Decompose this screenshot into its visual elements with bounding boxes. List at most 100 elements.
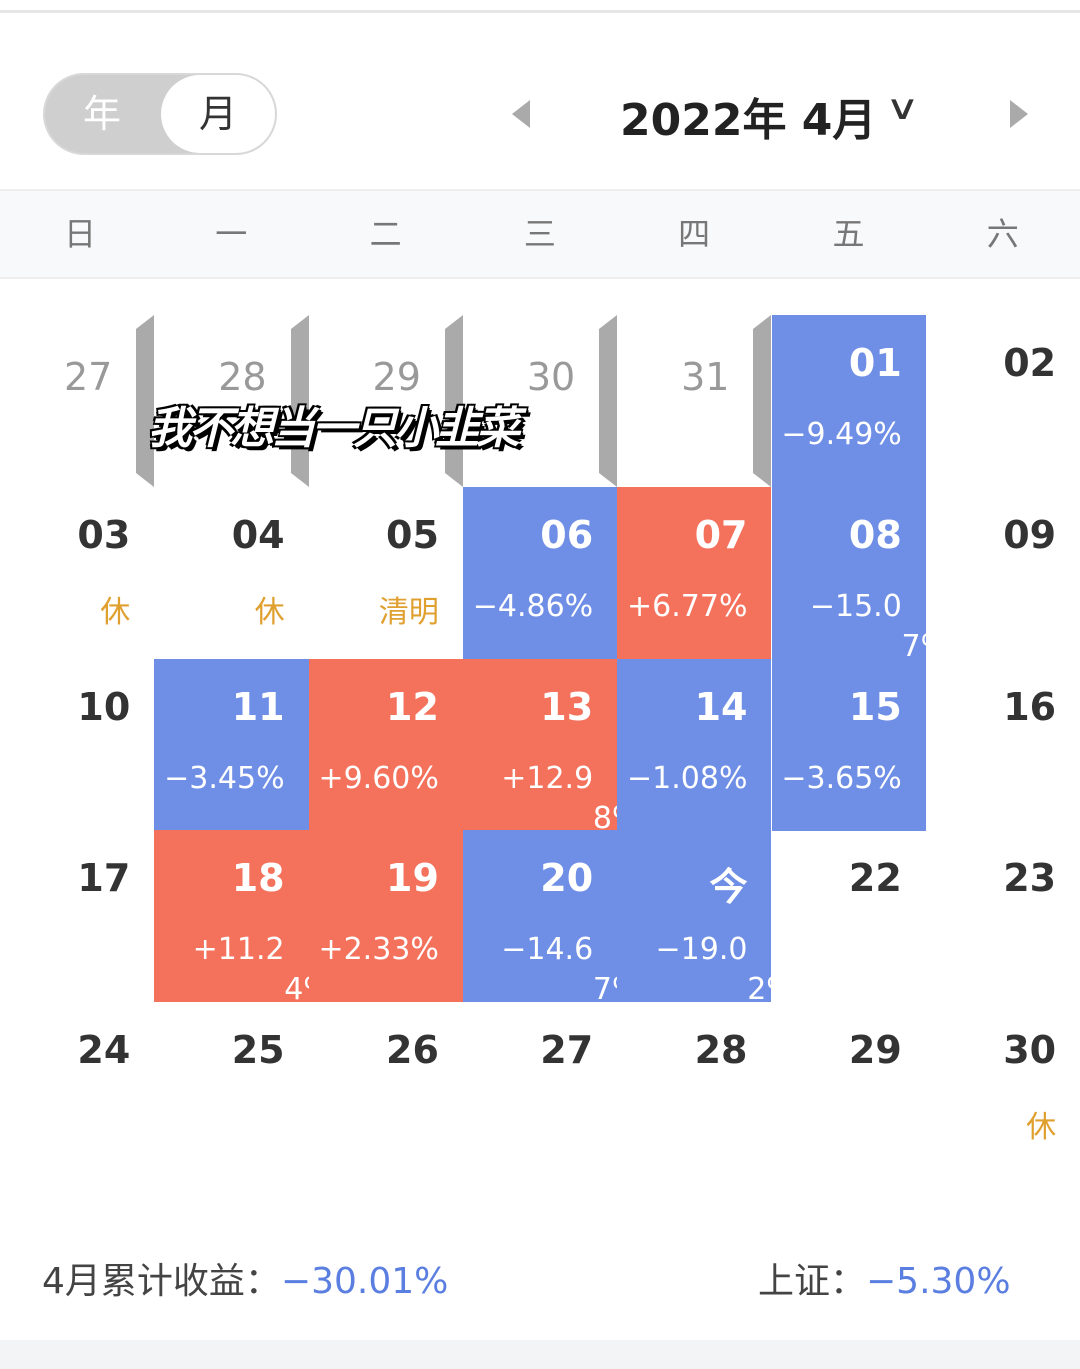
day-return: −4.86% <box>472 588 594 624</box>
day-return: −15.07% <box>809 588 950 664</box>
prev-month-icon[interactable] <box>512 100 530 128</box>
day-number: 13 <box>540 684 594 729</box>
toggle-year[interactable]: 年 <box>45 75 159 153</box>
calendar-day[interactable]: 26 <box>309 1002 463 1174</box>
day-number: 20 <box>540 856 594 901</box>
day-number: 今 <box>709 865 748 910</box>
day-number: 28 <box>694 1028 748 1073</box>
day-number: 23 <box>1003 856 1057 901</box>
month-title[interactable]: 2022年 4月 <box>620 84 876 148</box>
calendar-day[interactable]: 08 −15.07% <box>771 486 949 664</box>
calendar-day[interactable]: 16 <box>926 659 1080 831</box>
day-number: 30 <box>1003 1028 1057 1073</box>
day-return: +9.60% <box>318 760 439 796</box>
day-return: −19.02% <box>655 932 795 1008</box>
day-number: 01 <box>848 341 902 385</box>
weekday-label: 三 <box>523 215 556 253</box>
calendar-day[interactable]: 23 <box>926 830 1080 1002</box>
weekday-header: 日一二三四五六 <box>0 189 1080 279</box>
overlay-caption: 我不想当一只小韭菜 <box>148 403 520 454</box>
calendar-day[interactable]: 05 清明 <box>309 487 463 659</box>
day-number: 14 <box>694 684 748 729</box>
day-number: 22 <box>848 856 902 901</box>
weekday-label: 五 <box>832 215 865 253</box>
day-number: 19 <box>386 856 439 901</box>
day-return: +12.98% <box>501 760 640 836</box>
index-value: −5.30% <box>866 1261 1011 1302</box>
calendar-day[interactable]: 29 <box>772 1002 926 1174</box>
calendar-day[interactable]: 13 +12.98% <box>462 658 640 836</box>
day-number: 11 <box>231 684 285 729</box>
day-number: 27 <box>540 1028 594 1073</box>
day-number: 04 <box>231 512 285 557</box>
day-number: 16 <box>1003 684 1057 729</box>
calendar-day[interactable]: 04 休 <box>154 487 308 659</box>
holiday-label: 清明 <box>378 594 439 630</box>
holiday-label: 休 <box>1026 1110 1057 1146</box>
day-number: 27 <box>63 355 113 399</box>
day-number: 17 <box>77 856 131 901</box>
day-number: 31 <box>681 355 730 399</box>
day-return: −3.65% <box>781 760 902 796</box>
day-number: 26 <box>386 1028 439 1073</box>
day-number: 15 <box>848 684 902 729</box>
day-return: −1.08% <box>627 760 748 796</box>
calendar-day[interactable]: 19 +2.33% <box>308 830 463 1003</box>
calendar-day[interactable]: 03 休 <box>0 487 154 659</box>
day-number: 09 <box>1003 512 1057 557</box>
weekday-label: 一 <box>215 215 248 253</box>
bottom-bar <box>0 1340 1080 1369</box>
month-total-value: −30.01% <box>280 1261 449 1302</box>
weekday-label: 六 <box>986 215 1019 253</box>
day-number: 29 <box>848 1028 902 1073</box>
month-total: 4月累计收益：−30.01% <box>42 1252 448 1304</box>
next-month-icon[interactable] <box>1010 100 1028 128</box>
calendar-day[interactable]: 25 <box>154 1002 308 1174</box>
index-total: 上证：−5.30% <box>758 1252 1011 1304</box>
calendar-day[interactable]: 07 +6.77% <box>617 486 772 659</box>
calendar-day[interactable]: 17 <box>0 830 154 1002</box>
calendar-day[interactable]: 22 <box>772 830 926 1002</box>
day-number: 10 <box>77 684 131 729</box>
day-return: −9.49% <box>781 417 902 452</box>
day-return: +2.33% <box>318 932 439 968</box>
chevron-down-icon[interactable]: ∨ <box>885 88 920 128</box>
day-number: 06 <box>540 512 594 557</box>
calendar-day[interactable]: 24 <box>0 1002 154 1174</box>
day-number: 30 <box>526 355 576 399</box>
day-number: 02 <box>1003 341 1057 385</box>
day-number: 05 <box>386 512 439 557</box>
calendar-day[interactable]: 30 休 <box>926 1002 1080 1174</box>
day-number: 12 <box>386 684 439 729</box>
year-month-toggle[interactable]: 年 月 <box>43 73 277 155</box>
calendar-day[interactable]: 28 <box>617 1002 771 1174</box>
day-number: 08 <box>848 512 902 557</box>
toggle-month[interactable]: 月 <box>161 75 275 153</box>
index-label: 上证： <box>758 1261 867 1302</box>
calendar-day[interactable]: 27 <box>463 1002 617 1174</box>
day-number: 25 <box>231 1028 285 1073</box>
calendar-day[interactable]: 01 −9.49% <box>771 315 926 487</box>
calendar-day[interactable]: 12 +9.60% <box>308 658 463 831</box>
weekday-label: 四 <box>678 215 711 253</box>
calendar-day[interactable]: 27 <box>0 315 155 487</box>
day-return: −14.67% <box>501 932 640 1008</box>
calendar-day[interactable]: 31 <box>617 315 772 487</box>
calendar-day[interactable]: 今 −19.02% <box>617 830 795 1007</box>
holiday-label: 休 <box>254 594 285 630</box>
top-divider <box>0 10 1080 13</box>
calendar-day[interactable]: 18 +11.24% <box>154 830 332 1007</box>
calendar-day[interactable]: 06 −4.86% <box>462 486 618 659</box>
calendar-day[interactable]: 11 −3.45% <box>154 658 309 831</box>
day-number: 07 <box>694 512 748 557</box>
calendar-day[interactable]: 09 <box>926 487 1080 659</box>
calendar-day[interactable]: 02 <box>926 315 1080 487</box>
calendar-day[interactable]: 14 −1.08% <box>617 658 772 831</box>
day-number: 03 <box>77 512 131 557</box>
calendar-day[interactable]: 10 <box>0 659 154 831</box>
holiday-label: 休 <box>100 594 131 630</box>
calendar-day[interactable]: 20 −14.67% <box>462 830 640 1007</box>
day-number: 18 <box>231 856 285 901</box>
day-return: +6.77% <box>627 588 748 624</box>
calendar-day[interactable]: 15 −3.65% <box>771 658 926 831</box>
